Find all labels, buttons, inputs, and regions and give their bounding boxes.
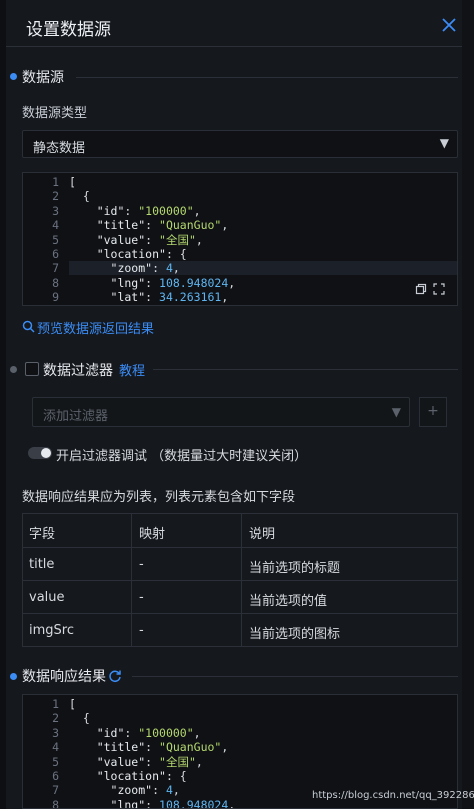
line-number: 4: [52, 218, 59, 233]
field-mapping: -: [139, 557, 144, 572]
search-icon: [22, 320, 35, 333]
fullscreen-icon[interactable]: [433, 283, 445, 295]
right-scroll-edge[interactable]: [462, 0, 474, 809]
code-content: [ { "id": "100000", "title": "QuanGuo", …: [69, 175, 235, 305]
code-line: {: [69, 189, 90, 204]
code-line: {: [69, 711, 90, 726]
close-icon[interactable]: [440, 16, 458, 34]
code-line: "zoom": 4,: [69, 783, 180, 798]
table-header-row: 字段 映射 说明: [23, 514, 457, 547]
field-description: 当前选项的标题: [249, 561, 341, 576]
line-number: 3: [52, 725, 59, 740]
add-filter-select[interactable]: 添加过滤器 ▼: [32, 397, 410, 427]
code-line: "zoom": 4,: [69, 261, 180, 276]
line-number: 8: [52, 797, 59, 809]
datasource-code-editor[interactable]: 123456789 [ { "id": "100000", "title": "…: [22, 172, 458, 306]
code-line: "lng": 108.948024,: [69, 797, 236, 809]
code-line: "value": "全国",: [69, 232, 203, 247]
filter-tutorial-link[interactable]: 教程: [119, 360, 145, 379]
datasource-type-value: 静态数据: [33, 141, 86, 156]
section-divider: [153, 369, 458, 370]
response-description: 数据响应结果应为列表，列表元素包含如下字段: [22, 490, 296, 505]
filter-checkbox[interactable]: [25, 362, 39, 376]
line-number: 1: [52, 175, 59, 189]
line-number: 7: [52, 261, 59, 276]
refresh-icon[interactable]: [108, 669, 122, 683]
section-title-response: 数据响应结果: [22, 669, 106, 685]
section-dot: [10, 673, 17, 680]
line-number: 6: [52, 768, 59, 783]
line-numbers: 12345678: [23, 697, 59, 809]
chevron-down-icon: ▼: [439, 136, 449, 150]
section-dot-inactive: [10, 366, 17, 373]
column-header: 说明: [249, 527, 276, 542]
section-title-datasource: 数据源: [22, 70, 64, 86]
field-description: 当前选项的值: [249, 594, 328, 609]
preview-datasource-link[interactable]: 预览数据源返回结果: [37, 318, 154, 337]
field-description: 当前选项的图标: [249, 627, 341, 642]
code-line: "id": "100000",: [69, 725, 201, 740]
line-number: 5: [52, 232, 59, 247]
add-filter-button[interactable]: +: [419, 397, 447, 427]
debug-toggle-label: 开启过滤器调试 （数据量过大时建议关闭）: [56, 449, 308, 464]
add-filter-placeholder: 添加过滤器: [43, 409, 109, 424]
code-line: "title": "QuanGuo",: [69, 740, 229, 755]
section-dot: [10, 73, 17, 80]
code-line: [: [69, 697, 76, 711]
line-numbers: 123456789: [23, 175, 59, 305]
line-number: 9: [52, 290, 59, 305]
line-number: 5: [52, 754, 59, 769]
code-content: [ { "id": "100000", "title": "QuanGuo", …: [69, 697, 236, 809]
section-divider: [132, 676, 458, 677]
line-number: 2: [52, 189, 59, 204]
line-number: 1: [52, 697, 59, 711]
code-line: "location": {: [69, 246, 187, 261]
line-number: 3: [52, 203, 59, 218]
field-name: imgSrc: [29, 623, 74, 638]
code-line: "id": "100000",: [69, 203, 201, 218]
line-number: 7: [52, 783, 59, 798]
code-line: "lat": 34.263161,: [69, 290, 229, 305]
code-line: "location": {: [69, 768, 187, 783]
debug-toggle[interactable]: [28, 447, 52, 459]
column-header: 字段: [29, 527, 56, 542]
line-number: 8: [52, 275, 59, 290]
code-line: [: [69, 175, 76, 189]
left-edge: [0, 0, 6, 809]
watermark: https://blog.csdn.net/qq_39228609: [312, 790, 474, 801]
datasource-type-label: 数据源类型: [22, 106, 88, 121]
datasource-type-select[interactable]: 静态数据 ▼: [22, 130, 458, 158]
table-row: title - 当前选项的标题: [23, 547, 457, 580]
field-mapping: -: [139, 590, 144, 605]
column-header: 映射: [139, 527, 166, 542]
code-line: "lng": 108.948024,: [69, 275, 236, 290]
field-mapping: -: [139, 623, 144, 638]
line-number: 4: [52, 740, 59, 755]
section-title-filter: 数据过滤器: [43, 363, 113, 379]
code-line: "title": "QuanGuo",: [69, 218, 229, 233]
section-divider: [76, 77, 458, 78]
header-divider: [6, 46, 462, 47]
panel-title: 设置数据源: [26, 20, 111, 40]
table-row: imgSrc - 当前选项的图标: [23, 613, 457, 646]
copy-icon[interactable]: [415, 283, 427, 295]
fields-table: 字段 映射 说明 title - 当前选项的标题 value - 当前选项的值 …: [22, 513, 458, 647]
table-row: value - 当前选项的值: [23, 580, 457, 613]
code-line: "value": "全国",: [69, 754, 203, 769]
chevron-down-icon: ▼: [391, 405, 401, 419]
line-number: 2: [52, 711, 59, 726]
field-name: value: [29, 590, 65, 605]
field-name: title: [29, 557, 55, 572]
line-number: 6: [52, 246, 59, 261]
